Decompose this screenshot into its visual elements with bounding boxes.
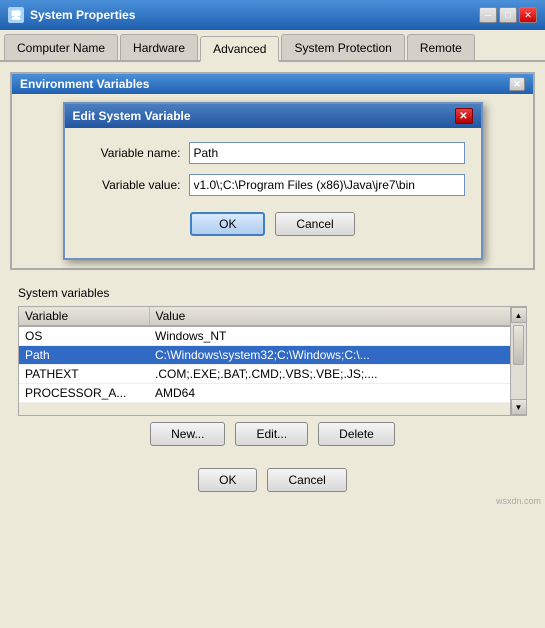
- maximize-button[interactable]: □: [499, 7, 517, 23]
- column-value: Value: [149, 307, 526, 326]
- main-content: Environment Variables ✕ Edit System Vari…: [0, 62, 545, 508]
- row-variable: PROCESSOR_A...: [19, 384, 149, 403]
- variable-name-row: Variable name:: [81, 142, 465, 164]
- table-row[interactable]: OS Windows_NT: [19, 326, 526, 346]
- variable-name-input[interactable]: [189, 142, 465, 164]
- column-variable: Variable: [19, 307, 149, 326]
- tab-hardware[interactable]: Hardware: [120, 34, 198, 60]
- dialog-buttons: OK Cancel: [81, 206, 465, 248]
- table-row[interactable]: Path C:\Windows\system32;C:\Windows;C:\.…: [19, 346, 526, 365]
- variable-name-label: Variable name:: [81, 146, 181, 160]
- tab-remote[interactable]: Remote: [407, 34, 475, 60]
- row-value: Windows_NT: [149, 326, 526, 346]
- title-bar-left: 🖥 System Properties: [8, 7, 135, 23]
- outer-buttons: OK Cancel: [10, 460, 535, 498]
- table-header-row: Variable Value: [19, 307, 526, 326]
- dialog-ok-button[interactable]: OK: [190, 212, 265, 236]
- tab-system-protection[interactable]: System Protection: [281, 34, 404, 60]
- row-value: C:\Windows\system32;C:\Windows;C:\...: [149, 346, 526, 365]
- vertical-scrollbar[interactable]: ▲ ▼: [510, 307, 526, 415]
- minimize-button[interactable]: ─: [479, 7, 497, 23]
- variable-value-row: Variable value:: [81, 174, 465, 196]
- table-body: OS Windows_NT Path C:\Windows\system32;C…: [19, 326, 526, 403]
- system-properties-icon: 🖥: [8, 7, 24, 23]
- edit-dialog-body: Variable name: Variable value: OK Cancel: [65, 128, 481, 258]
- edit-button[interactable]: Edit...: [235, 422, 308, 446]
- title-bar-title: System Properties: [30, 8, 135, 22]
- title-bar-controls: ─ □ ✕: [479, 7, 537, 23]
- env-panel-title-text: Environment Variables: [20, 77, 149, 91]
- new-button[interactable]: New...: [150, 422, 225, 446]
- table-row[interactable]: PROCESSOR_A... AMD64: [19, 384, 526, 403]
- env-panel-content: Edit System Variable ✕ Variable name: Va…: [12, 94, 533, 268]
- row-variable: Path: [19, 346, 149, 365]
- table-row[interactable]: PATHEXT .COM;.EXE;.BAT;.CMD;.VBS;.VBE;.J…: [19, 365, 526, 384]
- title-bar: 🖥 System Properties ─ □ ✕: [0, 0, 545, 30]
- tab-advanced[interactable]: Advanced: [200, 36, 279, 62]
- scroll-down-arrow[interactable]: ▼: [511, 399, 527, 415]
- system-variables-buttons: New... Edit... Delete: [18, 416, 527, 452]
- outer-ok-button[interactable]: OK: [198, 468, 257, 492]
- env-panel-close-button[interactable]: ✕: [509, 77, 525, 91]
- variable-value-input[interactable]: [189, 174, 465, 196]
- system-variables-section: System variables Variable Value OS Windo…: [10, 278, 535, 460]
- close-button[interactable]: ✕: [519, 7, 537, 23]
- env-variables-panel: Environment Variables ✕ Edit System Vari…: [10, 72, 535, 270]
- row-value: .COM;.EXE;.BAT;.CMD;.VBS;.VBE;.JS;....: [149, 365, 526, 384]
- scroll-track[interactable]: [511, 323, 526, 399]
- row-variable: PATHEXT: [19, 365, 149, 384]
- row-variable: OS: [19, 326, 149, 346]
- edit-dialog-title-bar: Edit System Variable ✕: [65, 104, 481, 128]
- scroll-up-arrow[interactable]: ▲: [511, 307, 527, 323]
- row-value: AMD64: [149, 384, 526, 403]
- system-variables-table-wrapper: Variable Value OS Windows_NT Path C:\Win…: [18, 306, 527, 416]
- edit-system-variable-dialog: Edit System Variable ✕ Variable name: Va…: [63, 102, 483, 260]
- system-variables-label: System variables: [18, 286, 527, 300]
- variable-value-label: Variable value:: [81, 178, 181, 192]
- edit-dialog-close-button[interactable]: ✕: [455, 108, 473, 124]
- outer-cancel-button[interactable]: Cancel: [267, 468, 346, 492]
- tab-computer-name[interactable]: Computer Name: [4, 34, 118, 60]
- tab-bar: Computer Name Hardware Advanced System P…: [0, 30, 545, 62]
- system-variables-table: Variable Value OS Windows_NT Path C:\Win…: [19, 307, 526, 403]
- scroll-thumb[interactable]: [513, 325, 524, 365]
- delete-button[interactable]: Delete: [318, 422, 395, 446]
- edit-dialog-title-text: Edit System Variable: [73, 109, 191, 123]
- watermark: wsxdn.com: [496, 496, 541, 506]
- env-panel-title-bar: Environment Variables ✕: [12, 74, 533, 94]
- dialog-cancel-button[interactable]: Cancel: [275, 212, 354, 236]
